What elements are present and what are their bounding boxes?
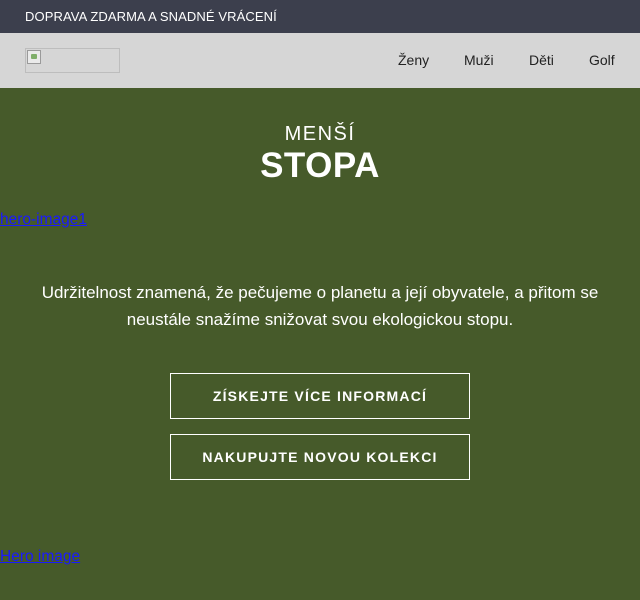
- shop-collection-button[interactable]: NAKUPUJTE NOVOU KOLEKCI: [170, 434, 470, 480]
- nav-item-zeny[interactable]: Ženy: [398, 33, 429, 88]
- hero-image-2-alt: Hero image: [0, 548, 81, 565]
- hero-image-1-alt: hero-image1: [0, 211, 88, 228]
- learn-more-button[interactable]: ZÍSKEJTE VÍCE INFORMACÍ: [170, 373, 470, 419]
- hero-subtitle: MENŠÍ: [284, 123, 356, 145]
- nav-item-muzi[interactable]: Muži: [464, 33, 494, 88]
- hero-image-1-link[interactable]: hero-image1: [0, 211, 87, 229]
- nav-item-golf[interactable]: Golf: [589, 33, 615, 88]
- hero-description: Udržitelnost znamená, že pečujeme o plan…: [41, 283, 599, 329]
- hero-image-2-link[interactable]: Hero image: [0, 548, 80, 566]
- promo-text: DOPRAVA ZDARMA A SNADNÉ VRÁCENÍ: [25, 9, 277, 24]
- hero-title: STOPA: [260, 146, 380, 185]
- site-header: Ženy Muži Děti Golf: [0, 33, 640, 88]
- logo-image[interactable]: [25, 48, 120, 73]
- promo-bar: DOPRAVA ZDARMA A SNADNÉ VRÁCENÍ: [0, 0, 640, 33]
- broken-image-icon: [27, 50, 41, 64]
- nav-item-deti[interactable]: Děti: [529, 33, 554, 88]
